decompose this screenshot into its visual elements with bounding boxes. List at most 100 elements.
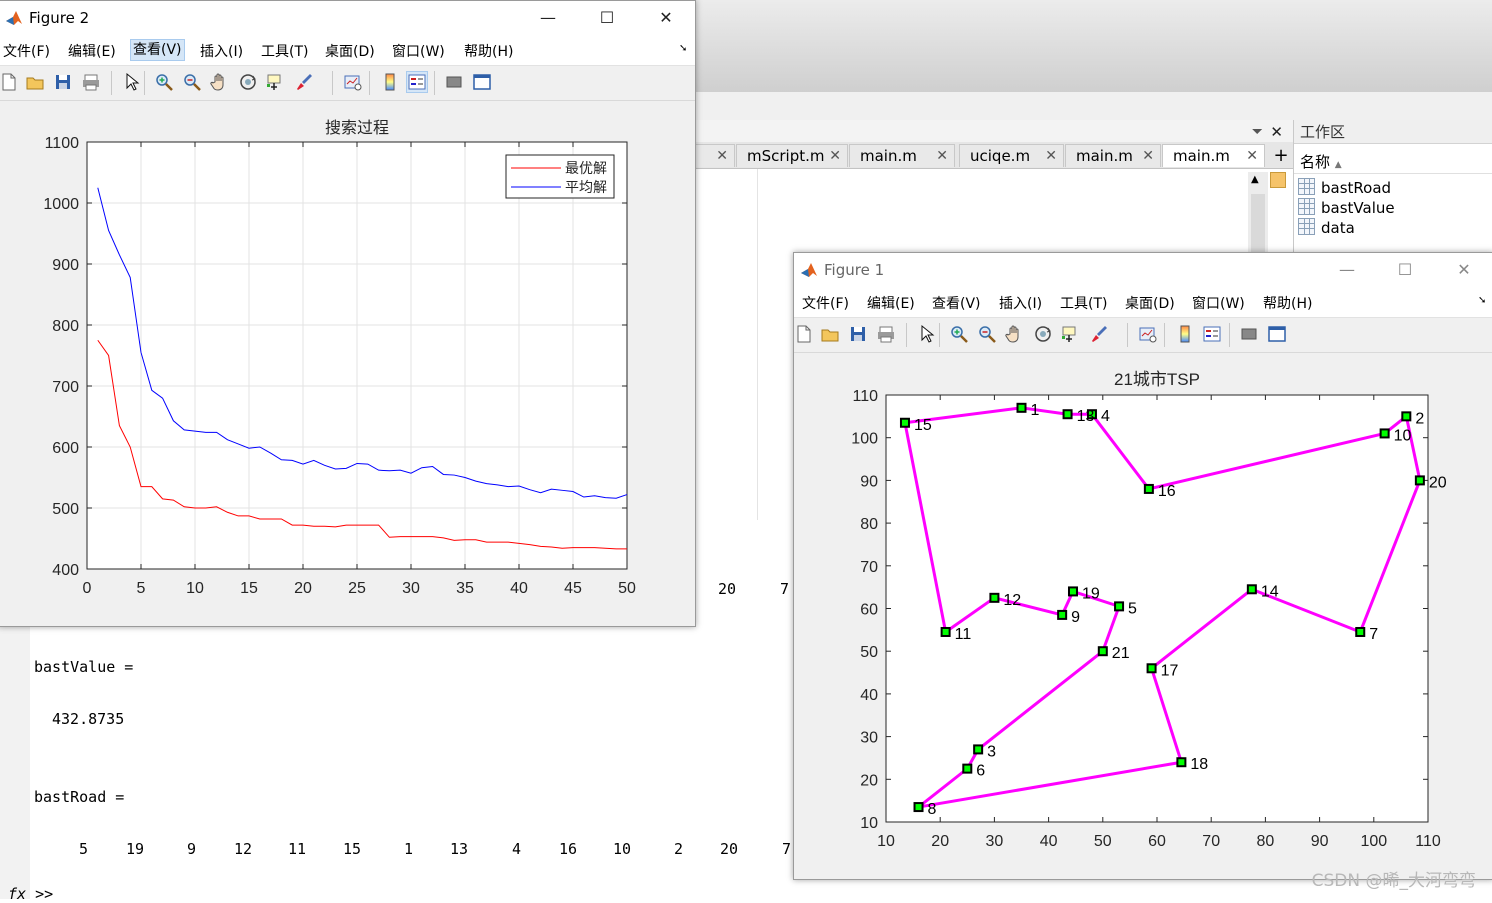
city-marker	[940, 626, 951, 637]
menu-insert[interactable]: 插入(I)	[200, 41, 243, 61]
figure2-window: Figure 2 — ☐ ✕ 文件(F) 编辑(E) 查看(V) 插入(I) 工…	[0, 0, 696, 627]
zoom-in-icon[interactable]	[154, 72, 174, 92]
tab-close-icon[interactable]: ✕	[1045, 145, 1057, 168]
editor-tab[interactable]: main.m ✕	[1065, 144, 1161, 167]
tab-close-icon[interactable]: ✕	[1246, 145, 1258, 168]
legend-icon[interactable]	[1202, 324, 1222, 344]
pan-hand-icon[interactable]	[210, 72, 230, 92]
zoom-in-icon[interactable]	[949, 324, 969, 344]
y-tick-label: 60	[860, 602, 878, 619]
figure1-titlebar[interactable]: Figure 1 — ☐ ✕	[794, 253, 1492, 289]
y-tick-label: 10	[860, 815, 878, 832]
menu-view[interactable]: 查看(V)	[130, 39, 185, 61]
tab-close-icon[interactable]: ✕	[829, 145, 841, 168]
minimize-button[interactable]: —	[533, 7, 563, 29]
menu-window[interactable]: 窗口(W)	[1192, 293, 1245, 313]
new-file-icon[interactable]	[0, 72, 19, 92]
city-label: 4	[1101, 408, 1110, 425]
editor-scrollbar[interactable]: ▲	[1248, 172, 1268, 252]
workspace-name-column[interactable]: 名称 ▲	[1294, 150, 1492, 174]
menu-insert[interactable]: 插入(I)	[999, 293, 1042, 313]
hide-tools-icon[interactable]	[1239, 324, 1259, 344]
hide-tools-icon[interactable]	[444, 72, 464, 92]
pointer-icon[interactable]	[121, 72, 141, 92]
city-marker	[1355, 626, 1366, 637]
menu-tools[interactable]: 工具(T)	[261, 41, 308, 61]
tsp-route-chart[interactable]: 10 20 30 40 50 60 70 80 90 100 1101020304050607080…	[794, 353, 1492, 879]
rotate-3d-icon[interactable]	[238, 72, 258, 92]
print-icon[interactable]	[876, 324, 896, 344]
menu-help[interactable]: 帮助(H)	[464, 41, 513, 61]
colorbar-icon[interactable]	[380, 72, 400, 92]
print-icon[interactable]	[81, 72, 101, 92]
toolbar-separator	[144, 71, 145, 95]
command-prompt[interactable]: fx >>	[8, 885, 53, 903]
figure2-toolbar	[0, 66, 695, 101]
tab-close-icon[interactable]: ✕	[716, 145, 728, 168]
search-process-chart[interactable]: 0 5 10 15 20 25 30 35 40 45 50 400 500 600 700 800 900 10…	[0, 101, 695, 626]
open-folder-icon[interactable]	[25, 72, 45, 92]
add-tab-button[interactable]: +	[1269, 144, 1293, 167]
dock-arrow-icon[interactable]: ➘	[1478, 295, 1486, 306]
rotate-3d-icon[interactable]	[1033, 324, 1053, 344]
workspace-variable[interactable]: data	[1298, 218, 1355, 238]
menu-file[interactable]: 文件(F)	[802, 293, 849, 313]
zoom-out-icon[interactable]	[977, 324, 997, 344]
menu-edit[interactable]: 编辑(E)	[867, 293, 915, 313]
menu-file[interactable]: 文件(F)	[3, 41, 50, 61]
data-cursor-icon[interactable]	[265, 72, 285, 92]
workspace-variable[interactable]: bastValue	[1298, 198, 1395, 218]
editor-gutter-line	[757, 169, 758, 520]
save-icon[interactable]	[848, 324, 868, 344]
editor-tab-active[interactable]: main.m ✕	[1162, 144, 1265, 167]
menu-tools[interactable]: 工具(T)	[1060, 293, 1107, 313]
link-plot-icon[interactable]	[343, 72, 363, 92]
sort-asc-icon: ▲	[1334, 160, 1342, 170]
city-marker	[1097, 646, 1108, 657]
minimize-button[interactable]: —	[1332, 259, 1362, 281]
brush-icon[interactable]	[1089, 324, 1109, 344]
open-folder-icon[interactable]	[820, 324, 840, 344]
maximize-button[interactable]: ☐	[592, 7, 622, 29]
close-button[interactable]: ✕	[651, 7, 681, 29]
editor-tab[interactable]: main.m ✕	[849, 144, 955, 167]
dock-arrow-icon[interactable]: ➘	[679, 43, 687, 54]
brush-icon[interactable]	[294, 72, 314, 92]
save-icon[interactable]	[53, 72, 73, 92]
menu-view[interactable]: 查看(V)	[932, 293, 981, 313]
close-button[interactable]: ✕	[1449, 259, 1479, 281]
pan-hand-icon[interactable]	[1005, 324, 1025, 344]
column-header-label: 名称	[1300, 153, 1331, 171]
tab-close-icon[interactable]: ✕	[936, 145, 948, 168]
output-label: bastValue =	[34, 658, 134, 676]
menu-help[interactable]: 帮助(H)	[1263, 293, 1312, 313]
city-label: 17	[1161, 662, 1179, 679]
matrix-icon	[1298, 178, 1315, 195]
link-plot-icon[interactable]	[1138, 324, 1158, 344]
scroll-up-icon[interactable]: ▲	[1251, 174, 1259, 185]
maximize-button[interactable]: ☐	[1390, 259, 1420, 281]
new-file-icon[interactable]	[794, 324, 814, 344]
editor-close-icon[interactable]: ✕	[1270, 123, 1283, 141]
workspace-variable[interactable]: bastRoad	[1298, 178, 1391, 198]
menu-edit[interactable]: 编辑(E)	[68, 41, 116, 61]
data-cursor-icon[interactable]	[1060, 324, 1080, 344]
menu-desktop[interactable]: 桌面(D)	[1125, 293, 1175, 313]
menu-desktop[interactable]: 桌面(D)	[325, 41, 375, 61]
pointer-icon[interactable]	[916, 324, 936, 344]
toolbar-separator	[906, 323, 907, 347]
colorbar-icon[interactable]	[1175, 324, 1195, 344]
x-tick-label: 60	[1148, 833, 1166, 850]
zoom-out-icon[interactable]	[182, 72, 202, 92]
legend-icon[interactable]	[406, 71, 428, 93]
editor-menu-icon[interactable]: ⏷	[1252, 124, 1263, 140]
show-tools-icon[interactable]	[1267, 324, 1287, 344]
editor-tab[interactable]: mScript.m ✕	[736, 144, 848, 167]
scrollbar-thumb[interactable]	[1251, 194, 1265, 252]
editor-tab[interactable]: uciqe.m ✕	[959, 144, 1064, 167]
menu-window[interactable]: 窗口(W)	[392, 41, 445, 61]
show-tools-icon[interactable]	[472, 72, 492, 92]
figure2-titlebar[interactable]: Figure 2 — ☐ ✕	[0, 1, 695, 37]
code-analyzer-indicator-icon[interactable]	[1270, 172, 1286, 188]
tab-close-icon[interactable]: ✕	[1142, 145, 1154, 168]
